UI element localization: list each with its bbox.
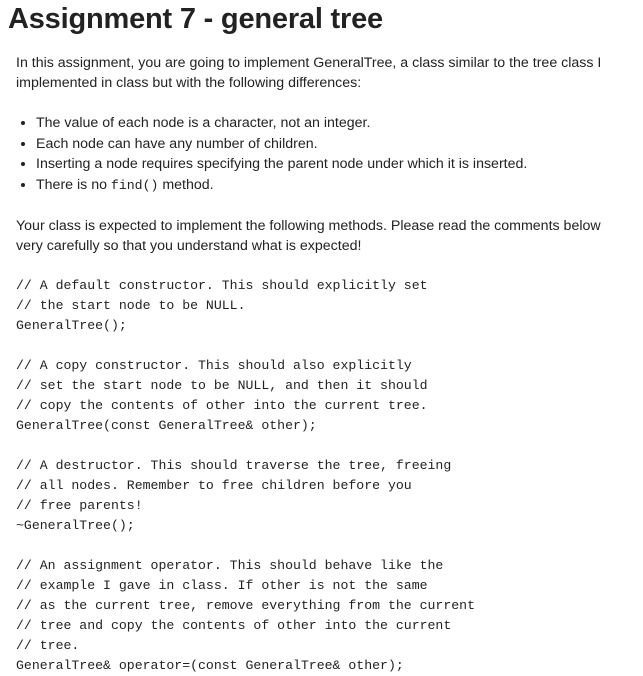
list-item-text: Inserting a node requires specifying the… [36, 156, 528, 172]
code-line: // A destructor. This should traverse th… [16, 458, 452, 473]
page-title: Assignment 7 - general tree [8, 3, 383, 35]
code-block-destructor: // A destructor. This should traverse th… [16, 456, 636, 536]
list-item-text: There is no [36, 176, 111, 193]
document-page: Assignment 7 - general tree In this assi… [0, 0, 643, 675]
code-block-assignment-operator: // An assignment operator. This should b… [16, 556, 636, 676]
code-line: // tree and copy the contents of other i… [16, 618, 452, 633]
list-item: There is no find() method. [36, 175, 636, 197]
list-item: Each node can have any number of childre… [36, 134, 636, 155]
code-line: // An assignment operator. This should b… [16, 558, 444, 573]
list-item-text-after: method. [158, 176, 214, 193]
code-line: // as the current tree, remove everythin… [16, 598, 475, 613]
code-line: // the start node to be NULL. [16, 298, 246, 313]
code-line: // all nodes. Remember to free children … [16, 478, 412, 493]
code-line: // copy the contents of other into the c… [16, 398, 428, 413]
code-line: GeneralTree(); [16, 318, 127, 333]
differences-list: The value of each node is a character, n… [16, 113, 636, 196]
list-item: The value of each node is a character, n… [36, 113, 636, 134]
code-line: ~GeneralTree(); [16, 518, 135, 533]
methods-intro-paragraph: Your class is expected to implement the … [16, 218, 601, 254]
inline-code-find: find() [110, 177, 159, 193]
code-line: GeneralTree& operator=(const GeneralTree… [16, 658, 404, 673]
intro-paragraph: In this assignment, you are going to imp… [16, 55, 602, 91]
code-line: // free parents! [16, 498, 143, 513]
code-line: // tree. [16, 638, 80, 653]
code-line: // set the start node to be NULL, and th… [16, 378, 428, 393]
assignment-body: In this assignment, you are going to imp… [16, 53, 636, 676]
code-line: // A default constructor. This should ex… [16, 278, 428, 293]
list-item-text: The value of each node is a character, n… [36, 115, 371, 131]
code-line: // A copy constructor. This should also … [16, 358, 412, 373]
code-line: // example I gave in class. If other is … [16, 578, 428, 593]
code-line: GeneralTree(const GeneralTree& other); [16, 418, 317, 433]
code-block-default-constructor: // A default constructor. This should ex… [16, 276, 636, 336]
list-item: Inserting a node requires specifying the… [36, 154, 636, 175]
code-block-copy-constructor: // A copy constructor. This should also … [16, 356, 636, 436]
list-item-text: Each node can have any number of childre… [36, 135, 318, 152]
